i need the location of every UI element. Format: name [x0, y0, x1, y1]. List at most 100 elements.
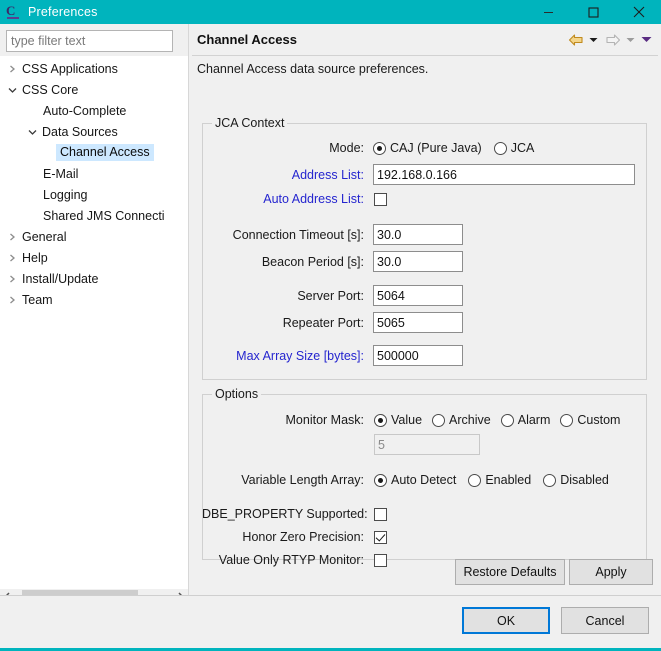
repeater-port-input[interactable]: [373, 312, 463, 333]
page-navigation: [565, 30, 661, 50]
honor-zero-precision-row: Honor Zero Precision:: [202, 528, 647, 546]
sidebar-item-data-sources[interactable]: Data Sources: [0, 121, 188, 142]
honor-zero-precision-label: Honor Zero Precision:: [242, 530, 364, 544]
radio-indicator[interactable]: [374, 473, 387, 487]
connection-timeout-row: Connection Timeout [s]:: [202, 223, 647, 246]
page-description: Channel Access data source preferences.: [197, 62, 429, 76]
sidebar-item-shared-jms-connections[interactable]: Shared JMS Connecti: [0, 205, 188, 226]
back-arrow-icon[interactable]: [565, 30, 586, 50]
radio-indicator[interactable]: [468, 473, 482, 487]
sidebar-item-channel-access[interactable]: Channel Access: [0, 142, 188, 163]
header-divider: [192, 55, 658, 56]
radio-vla-disabled[interactable]: Disabled: [543, 473, 609, 487]
apply-button[interactable]: Apply: [569, 559, 653, 585]
restore-defaults-button[interactable]: Restore Defaults: [455, 559, 565, 585]
variable-length-array-row: Variable Length Array: Auto Detect Enabl…: [202, 470, 647, 490]
maximize-icon[interactable]: [571, 0, 616, 24]
chevron-down-icon[interactable]: [24, 128, 40, 136]
radio-caj-pure-java[interactable]: CAJ (Pure Java): [373, 141, 482, 155]
radio-indicator[interactable]: [560, 413, 574, 427]
chevron-right-icon[interactable]: [4, 233, 20, 241]
sidebar-item-help[interactable]: Help: [0, 247, 188, 268]
preferences-tree[interactable]: CSS Applications CSS Core Auto-Complete …: [0, 56, 188, 589]
sidebar-item-css-core[interactable]: CSS Core: [0, 79, 188, 100]
forward-arrow-icon: [602, 30, 623, 50]
radio-label: CAJ (Pure Java): [390, 141, 482, 155]
beacon-period-label: Beacon Period [s]:: [261, 254, 364, 269]
auto-address-list-label[interactable]: Auto Address List:: [202, 192, 364, 206]
chevron-right-icon[interactable]: [4, 296, 20, 304]
chevron-right-icon[interactable]: [4, 275, 20, 283]
options-legend: Options: [212, 387, 262, 401]
beacon-period-input[interactable]: [373, 251, 463, 272]
radio-indicator[interactable]: [373, 141, 386, 155]
css-logo-icon: C: [6, 3, 22, 20]
sidebar-item-label: Logging: [43, 187, 88, 202]
auto-address-list-row: Auto Address List:: [202, 190, 647, 208]
address-list-label[interactable]: Address List:: [202, 168, 364, 182]
preference-page: Channel Access Channel Access data sourc…: [189, 24, 661, 604]
ok-button[interactable]: OK: [462, 607, 550, 634]
dbe-property-supported-checkbox[interactable]: [374, 507, 387, 521]
view-menu-chevron-down-icon[interactable]: [639, 30, 653, 50]
page-title: Channel Access: [197, 32, 297, 47]
max-array-size-label[interactable]: Max Array Size [bytes]:: [202, 349, 364, 363]
chevron-down-icon[interactable]: [586, 30, 600, 50]
filter-input[interactable]: [6, 30, 173, 52]
address-list-input[interactable]: [373, 164, 635, 185]
sidebar-item-team[interactable]: Team: [0, 289, 188, 310]
monitor-mask-label: Monitor Mask:: [285, 413, 365, 427]
radio-indicator[interactable]: [543, 473, 557, 487]
close-icon[interactable]: [616, 0, 661, 24]
server-port-row: Server Port:: [202, 284, 647, 307]
jca-context-legend: JCA Context: [212, 116, 288, 130]
custom-mask-input: [374, 434, 480, 455]
radio-vla-auto-detect[interactable]: Auto Detect: [374, 473, 456, 487]
sidebar-item-label: Help: [22, 250, 48, 265]
radio-monitor-archive[interactable]: Archive: [432, 413, 491, 427]
radio-monitor-value[interactable]: Value: [374, 413, 422, 427]
radio-indicator[interactable]: [500, 413, 514, 427]
sidebar-item-install-update[interactable]: Install/Update: [0, 268, 188, 289]
radio-label: Value: [391, 413, 423, 427]
cancel-button[interactable]: Cancel: [561, 607, 649, 634]
sidebar-item-logging[interactable]: Logging: [0, 184, 188, 205]
server-port-input[interactable]: [373, 285, 463, 306]
radio-monitor-custom[interactable]: Custom: [560, 413, 620, 427]
address-list-row: Address List:: [202, 163, 647, 186]
dbe-property-supported-label: DBE_PROPERTY Supported:: [202, 507, 368, 521]
title-bar: C Preferences: [0, 0, 661, 24]
dbe-property-supported-row: DBE_PROPERTY Supported:: [202, 505, 647, 523]
sidebar-item-label: Shared JMS Connecti: [43, 208, 165, 223]
radio-monitor-alarm[interactable]: Alarm: [500, 413, 551, 427]
chevron-down-icon[interactable]: [4, 86, 20, 94]
honor-zero-precision-checkbox[interactable]: [374, 530, 387, 544]
sidebar-item-css-applications[interactable]: CSS Applications: [0, 58, 188, 79]
sidebar-item-auto-complete[interactable]: Auto-Complete: [0, 100, 188, 121]
connection-timeout-input[interactable]: [373, 224, 463, 245]
sidebar-item-label: Install/Update: [22, 271, 99, 286]
beacon-period-row: Beacon Period [s]:: [202, 250, 647, 273]
chevron-down-icon: [623, 30, 637, 50]
value-only-rtyp-monitor-checkbox[interactable]: [374, 553, 387, 567]
preferences-tree-panel: CSS Applications CSS Core Auto-Complete …: [0, 24, 188, 604]
chevron-right-icon[interactable]: [4, 65, 20, 73]
radio-vla-enabled[interactable]: Enabled: [468, 473, 531, 487]
minimize-icon[interactable]: [526, 0, 571, 24]
window-title: Preferences: [28, 5, 98, 19]
sidebar-item-e-mail[interactable]: E-Mail: [0, 163, 188, 184]
sidebar-item-label: E-Mail: [43, 166, 79, 181]
radio-label: JCA: [510, 141, 535, 155]
value-only-rtyp-monitor-label: Value Only RTYP Monitor:: [218, 553, 364, 567]
radio-label: Alarm: [517, 413, 551, 427]
radio-indicator[interactable]: [432, 413, 446, 427]
radio-indicator[interactable]: [374, 413, 387, 427]
radio-jca[interactable]: JCA: [493, 141, 535, 155]
sidebar-item-general[interactable]: General: [0, 226, 188, 247]
radio-indicator[interactable]: [493, 141, 507, 155]
chevron-right-icon[interactable]: [4, 254, 20, 262]
auto-address-list-checkbox[interactable]: [374, 192, 387, 206]
server-port-label: Server Port:: [297, 288, 364, 303]
max-array-size-input[interactable]: [373, 345, 463, 366]
radio-label: Disabled: [560, 473, 609, 487]
